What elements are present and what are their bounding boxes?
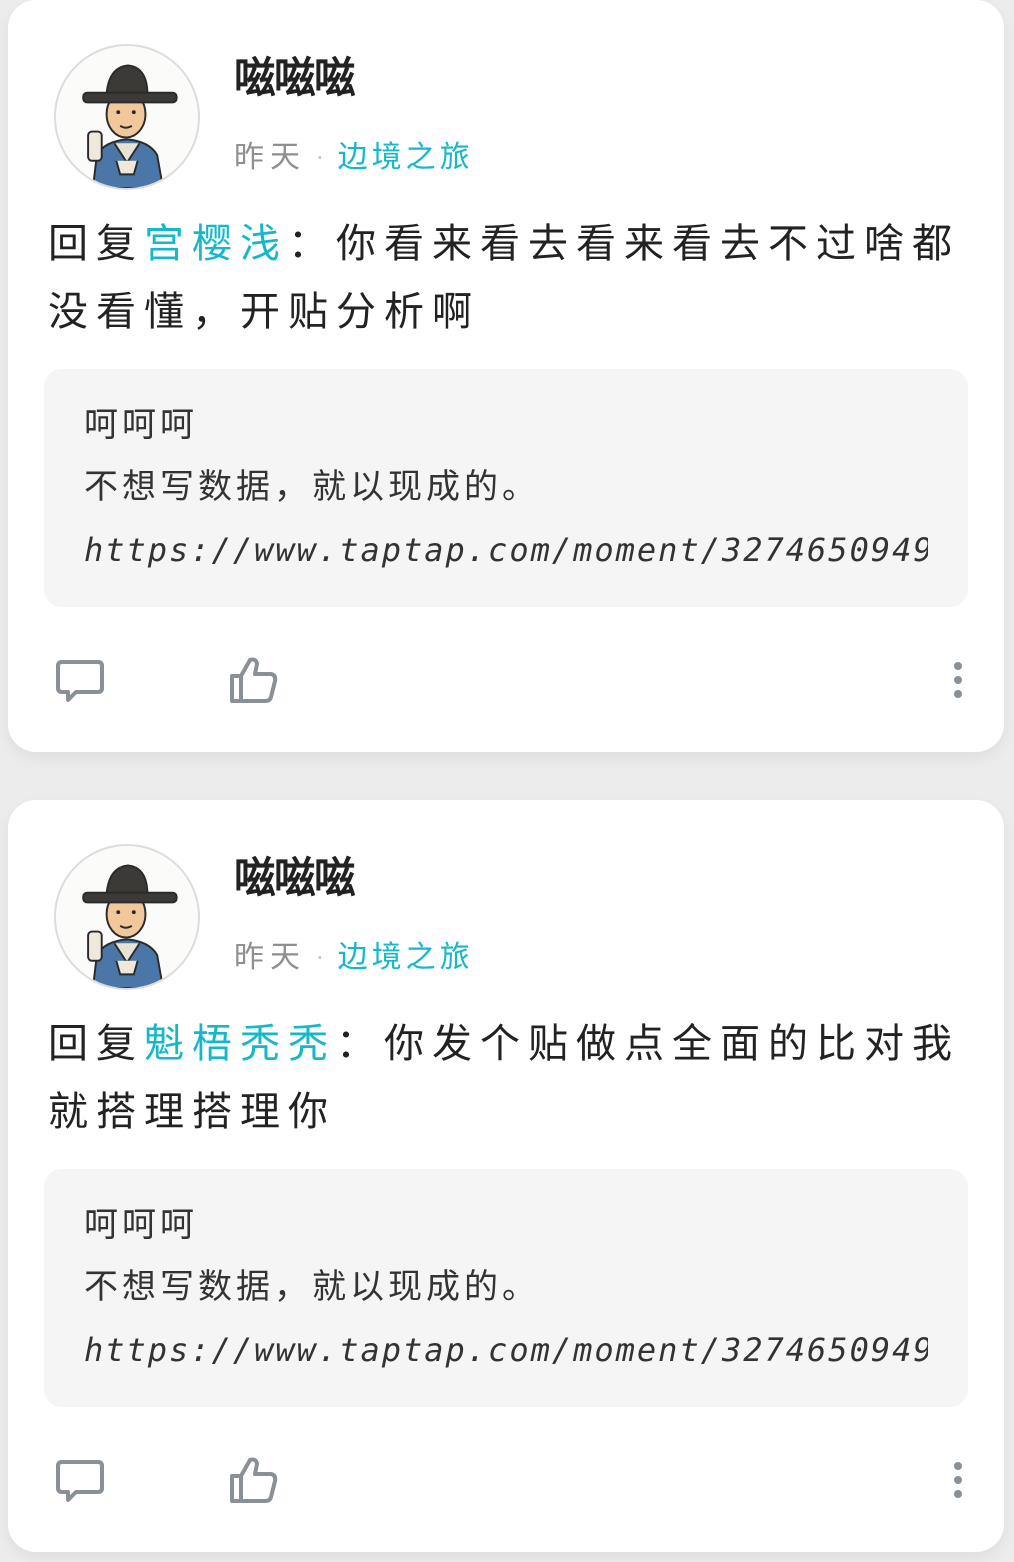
reply-prefix: 回复 — [48, 221, 144, 267]
board-link[interactable]: 边境之旅 — [338, 936, 474, 980]
board-link[interactable]: 边境之旅 — [338, 136, 474, 180]
feed: 嗞嗞嗞 昨天 · 边境之旅 回复宫樱浅：你看来看去看来看去不过啥都没看懂，开贴分… — [0, 0, 1014, 1562]
post-meta: 昨天 · 边境之旅 — [234, 936, 474, 980]
comment-icon — [56, 660, 104, 702]
comment-button[interactable] — [48, 1448, 112, 1512]
more-button[interactable] — [926, 648, 990, 712]
username[interactable]: 嗞嗞嗞 — [234, 52, 356, 104]
quoted-title: 呵呵呵 — [84, 405, 198, 445]
quoted-title: 呵呵呵 — [84, 1205, 198, 1245]
thumbs-up-icon — [230, 657, 278, 703]
reply-colon: ： — [336, 1021, 384, 1067]
action-bar — [8, 1440, 1004, 1520]
quoted-post[interactable]: 呵呵呵 不想写数据，就以现成的。 https://www.taptap.com/… — [44, 369, 968, 607]
thumbs-up-icon — [230, 1457, 278, 1503]
meta-separator: · — [316, 944, 324, 972]
post-card[interactable]: 嗞嗞嗞 昨天 · 边境之旅 回复魁梧秃秃：你发个贴做点全面的比对我就搭理搭理你 … — [8, 800, 1004, 1552]
like-button[interactable] — [222, 1448, 286, 1512]
more-vertical-icon — [954, 1462, 962, 1498]
username[interactable]: 嗞嗞嗞 — [234, 852, 356, 904]
quoted-post[interactable]: 呵呵呵 不想写数据，就以现成的。 https://www.taptap.com/… — [44, 1169, 968, 1407]
mention-link[interactable]: 宫樱浅 — [144, 221, 288, 267]
comment-button[interactable] — [48, 648, 112, 712]
mention-link[interactable]: 魁梧秃秃 — [144, 1021, 336, 1067]
post-time: 昨天 — [234, 140, 306, 175]
avatar-image — [56, 846, 198, 988]
quoted-link[interactable]: https://www.taptap.com/moment/3274650949… — [84, 1319, 928, 1381]
post-meta: 昨天 · 边境之旅 — [234, 136, 474, 180]
avatar[interactable] — [54, 844, 200, 990]
action-bar — [8, 640, 1004, 720]
avatar-image — [56, 46, 198, 188]
post-card[interactable]: 嗞嗞嗞 昨天 · 边境之旅 回复宫樱浅：你看来看去看来看去不过啥都没看懂，开贴分… — [8, 0, 1004, 752]
reply-content[interactable]: 回复宫樱浅：你看来看去看来看去不过啥都没看懂，开贴分析啊 — [48, 210, 968, 346]
avatar[interactable] — [54, 44, 200, 190]
post-time: 昨天 — [234, 940, 306, 975]
like-button[interactable] — [222, 648, 286, 712]
quoted-text: 不想写数据，就以现成的。 — [84, 1267, 540, 1307]
comment-icon — [56, 1460, 104, 1502]
quoted-text: 不想写数据，就以现成的。 — [84, 467, 540, 507]
meta-separator: · — [316, 144, 324, 172]
more-button[interactable] — [926, 1448, 990, 1512]
quoted-link[interactable]: https://www.taptap.com/moment/3274650949… — [84, 519, 928, 581]
reply-colon: ： — [288, 221, 336, 267]
more-vertical-icon — [954, 662, 962, 698]
reply-content[interactable]: 回复魁梧秃秃：你发个贴做点全面的比对我就搭理搭理你 — [48, 1010, 968, 1146]
reply-prefix: 回复 — [48, 1021, 144, 1067]
